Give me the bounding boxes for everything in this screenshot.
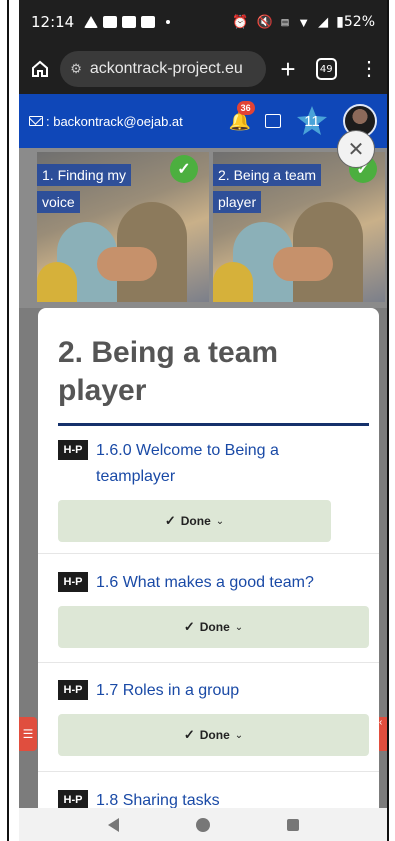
page-title-line: 2. Being a team <box>58 336 279 369</box>
completion-dropdown[interactable]: ✓ Done ⌄ <box>58 714 369 756</box>
page-title: 2. Being a team player <box>58 334 358 410</box>
level-number: 11 <box>304 112 320 130</box>
team-photo-person <box>213 262 253 302</box>
phone-screen: 12:14 ⏰ 🔇 ▤ ▼ ◢ ▮52% ⚙ ackontrack-projec… <box>19 0 387 841</box>
tab-switcher-button[interactable]: 49 <box>315 58 337 80</box>
status-notification-icons <box>84 16 171 28</box>
activity-item: H-P 1.7 Roles in a group ✓ Done ⌄ <box>58 678 369 756</box>
more-notifications-dot-icon <box>166 20 171 24</box>
level-badge[interactable]: 11 <box>295 105 329 137</box>
team-photo-hands <box>97 247 157 281</box>
title-divider <box>58 423 369 426</box>
team-photo-hands <box>273 247 333 281</box>
activity-header: H-P 1.6 What makes a good team? <box>58 570 369 596</box>
signal-icon: ◢ <box>318 14 329 29</box>
completion-status: Done <box>199 620 230 634</box>
notifications-button[interactable]: 🔔 36 <box>229 100 255 132</box>
section-card-label-line: player <box>213 191 262 213</box>
activity-divider <box>38 553 379 554</box>
frame-border-left <box>7 0 9 841</box>
status-system-icons: ⏰ 🔇 ▤ ▼ ◢ ▮52% <box>232 14 375 30</box>
alarm-icon: ⏰ <box>232 14 249 29</box>
activity-link[interactable]: 1.6.0 Welcome to Being a teamplayer <box>96 438 296 490</box>
activity-link[interactable]: 1.7 Roles in a group <box>96 678 239 704</box>
check-icon: ✓ <box>183 727 195 742</box>
h5p-icon: H-P <box>58 680 88 700</box>
notification-count-badge: 36 <box>236 100 255 115</box>
frame-border-right <box>387 0 389 841</box>
status-bar: 12:14 ⏰ 🔇 ▤ ▼ ◢ ▮52% <box>19 0 387 44</box>
close-button[interactable]: ✕ <box>337 130 375 168</box>
address-bar[interactable]: ⚙ ackontrack-project.eu <box>60 51 267 87</box>
url-text: ackontrack-project.eu <box>89 60 243 77</box>
activity-header: H-P 1.7 Roles in a group <box>58 678 369 704</box>
system-nav-bar <box>19 808 387 841</box>
home-icon[interactable] <box>27 56 52 82</box>
completion-dropdown[interactable]: ✓ Done ⌄ <box>58 500 331 542</box>
h5p-icon: H-P <box>58 790 88 810</box>
back-icon[interactable] <box>107 817 119 832</box>
app-icon <box>103 16 118 28</box>
chevron-down-icon: ⌄ <box>215 515 225 527</box>
app-icon <box>141 16 156 28</box>
new-tab-icon[interactable]: + <box>280 56 295 82</box>
section-card-1[interactable]: 1. Finding my voice ✓ <box>37 152 209 302</box>
team-photo-person <box>37 262 77 302</box>
status-time: 12:14 <box>31 13 75 31</box>
activity-divider <box>38 662 379 663</box>
mail-icon <box>29 116 43 126</box>
activity-link[interactable]: 1.6 What makes a good team? <box>96 570 314 596</box>
course-index-toggle-icon[interactable]: ☰ <box>19 717 37 751</box>
contact-email[interactable]: : backontrack@oejab.at <box>46 114 183 129</box>
drawer-toggle-icon[interactable]: ‹ <box>379 717 387 751</box>
battery-level: 52% <box>343 14 375 30</box>
browser-toolbar: ⚙ ackontrack-project.eu + 49 ⋮ <box>19 44 387 94</box>
notification-icon <box>84 16 99 28</box>
section-card-label-line: voice <box>37 191 80 213</box>
app-icon <box>122 16 137 28</box>
section-card-2[interactable]: 2. Being a team player ✓ <box>213 152 385 302</box>
mute-icon: 🔇 <box>256 14 273 29</box>
activity-divider <box>38 771 379 772</box>
volte-icon: ▤ <box>280 16 290 27</box>
completed-check-icon: ✓ <box>170 155 198 183</box>
chevron-down-icon: ⌄ <box>234 729 244 741</box>
completion-status: Done <box>199 728 230 742</box>
activity-item: H-P 1.6.0 Welcome to Being a teamplayer … <box>58 438 369 542</box>
check-icon: ✓ <box>183 619 195 634</box>
home-button-icon[interactable] <box>195 817 210 832</box>
battery-icon: ▮52% <box>336 14 375 30</box>
site-header: : backontrack@oejab.at 🔔 36 11 <box>19 94 387 148</box>
section-thumbnails: 1. Finding my voice ✓ 2. Being a team pl… <box>19 148 387 308</box>
activity-header: H-P 1.6.0 Welcome to Being a teamplayer <box>58 438 369 490</box>
site-settings-icon[interactable]: ⚙ <box>70 61 82 77</box>
chevron-down-icon: ⌄ <box>234 621 244 633</box>
screenshot-frame: 12:14 ⏰ 🔇 ▤ ▼ ◢ ▮52% ⚙ ackontrack-projec… <box>0 0 395 841</box>
section-card-label: 2. Being a team player <box>213 162 322 216</box>
section-modal: 2. Being a team player H-P 1.6.0 Welcome… <box>38 308 379 841</box>
messages-icon[interactable] <box>265 114 281 128</box>
section-card-label: 1. Finding my voice <box>37 162 132 216</box>
browser-menu-icon[interactable]: ⋮ <box>359 59 379 79</box>
page-title-line: player <box>58 374 147 407</box>
recent-apps-icon[interactable] <box>286 818 299 831</box>
h5p-icon: H-P <box>58 440 88 460</box>
section-card-label-line: 2. Being a team <box>213 164 322 186</box>
completion-status: Done <box>180 514 211 528</box>
wifi-icon: ▼ <box>297 14 311 30</box>
check-icon: ✓ <box>164 513 176 528</box>
activity-item: H-P 1.6 What makes a good team? ✓ Done ⌄ <box>58 570 369 648</box>
h5p-icon: H-P <box>58 572 88 592</box>
completion-dropdown[interactable]: ✓ Done ⌄ <box>58 606 369 648</box>
section-card-label-line: 1. Finding my <box>37 164 132 186</box>
